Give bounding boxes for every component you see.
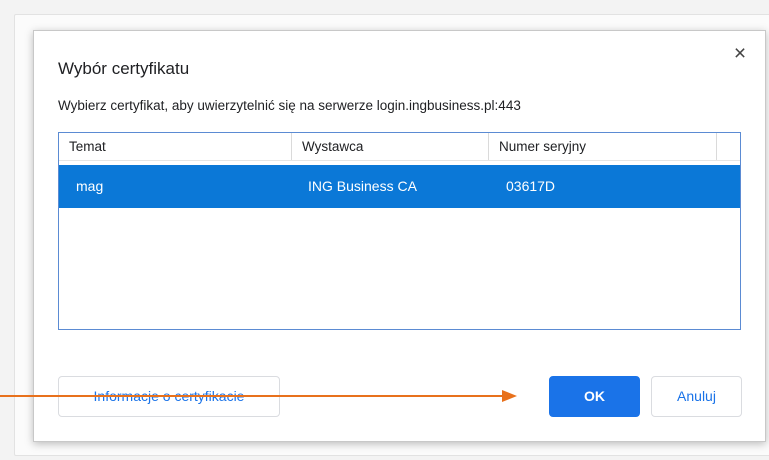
ok-button[interactable]: OK <box>549 376 640 417</box>
cell-subject: mag <box>76 178 104 194</box>
cell-serial: 03617D <box>506 178 556 194</box>
certificate-selection-dialog: × Wybór certyfikatu Wybierz certyfikat, … <box>33 30 766 442</box>
close-icon[interactable]: × <box>729 43 751 65</box>
cell-issuer: ING Business CA <box>308 178 417 194</box>
table-header: Temat Wystawca Numer seryjny <box>59 133 740 161</box>
cancel-button[interactable]: Anuluj <box>651 376 742 417</box>
certificate-table: Temat Wystawca Numer seryjny mag ING Bus… <box>58 132 741 330</box>
dialog-subtitle: Wybierz certyfikat, aby uwierzytelnić si… <box>58 98 521 113</box>
certificate-info-button[interactable]: Informacje o certyfikacie <box>58 376 280 417</box>
column-header-serial[interactable]: Numer seryjny <box>489 133 717 160</box>
column-header-filler <box>717 133 742 160</box>
column-header-subject[interactable]: Temat <box>59 133 292 160</box>
table-row[interactable]: mag ING Business CA 03617D <box>59 165 740 208</box>
column-header-issuer[interactable]: Wystawca <box>292 133 489 160</box>
dialog-title: Wybór certyfikatu <box>58 59 190 78</box>
